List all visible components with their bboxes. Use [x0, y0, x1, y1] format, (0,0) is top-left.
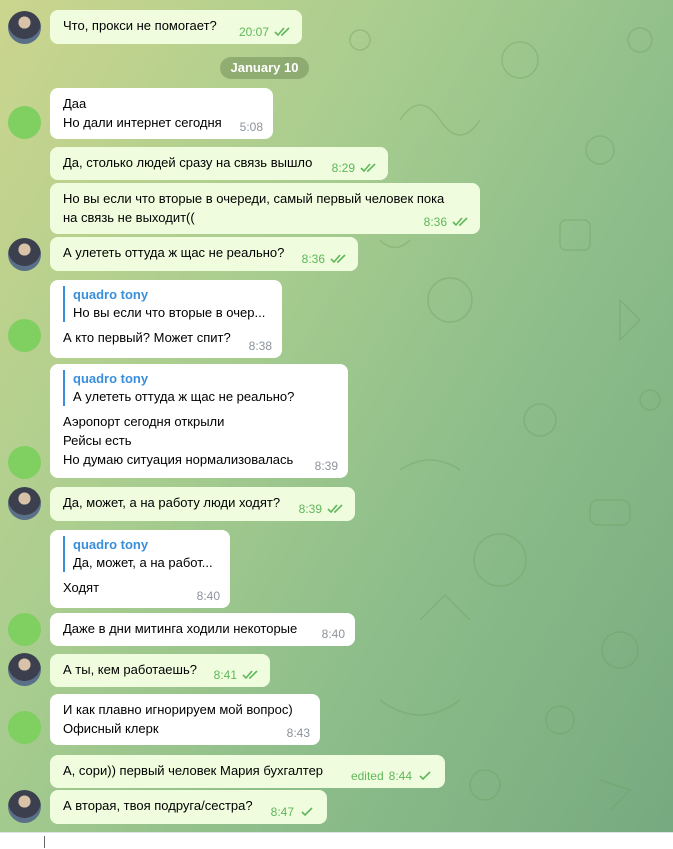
- reply-text: Да, может, а на работ...: [73, 555, 213, 570]
- chat-message[interactable]: quadro tony Да, может, а на работ... Ход…: [50, 530, 230, 608]
- message-text: И как плавно игнорируем мой вопрос) Офис…: [63, 702, 293, 736]
- date-separator: January 10: [220, 57, 309, 79]
- double-check-icon: [242, 670, 258, 680]
- double-check-icon: [360, 163, 376, 173]
- chat-message[interactable]: Что, прокси не помогает? 20:07: [50, 10, 302, 44]
- avatar[interactable]: [8, 487, 41, 520]
- chat-message[interactable]: Да, может, а на работу люди ходят? 8:39: [50, 487, 355, 521]
- avatar[interactable]: [8, 319, 41, 352]
- chat-message[interactable]: А улететь оттуда ж щас не реально? 8:36: [50, 237, 358, 271]
- message-time: 8:36: [423, 215, 447, 229]
- message-edited: edited: [350, 769, 384, 783]
- text-caret: [44, 836, 45, 848]
- message-time: 8:41: [213, 668, 237, 682]
- avatar[interactable]: [8, 238, 41, 271]
- message-text: Да, столько людей сразу на связь вышло: [63, 155, 313, 170]
- double-check-icon: [274, 27, 290, 37]
- message-time: 8:38: [248, 339, 272, 353]
- single-check-icon: [419, 771, 431, 781]
- avatar[interactable]: [8, 790, 41, 823]
- avatar[interactable]: [8, 711, 41, 744]
- avatar[interactable]: [8, 106, 41, 139]
- message-time: 8:40: [321, 627, 345, 641]
- message-text: А кто первый? Может спит?: [63, 330, 231, 345]
- reply-author: quadro tony: [73, 287, 149, 302]
- chat-message[interactable]: А ты, кем работаешь? 8:41: [50, 654, 270, 687]
- reply-quote[interactable]: quadro tony Но вы если что вторые в очер…: [63, 286, 270, 322]
- reply-author: quadro tony: [73, 537, 149, 552]
- avatar[interactable]: [8, 446, 41, 479]
- message-text: Даа Но дали интернет сегодня: [63, 96, 222, 130]
- chat-message[interactable]: Но вы если что вторые в очереди, самый п…: [50, 183, 480, 234]
- chat-message[interactable]: И как плавно игнорируем мой вопрос) Офис…: [50, 694, 320, 745]
- reply-quote[interactable]: quadro tony А улететь оттуда ж щас не ре…: [63, 370, 336, 406]
- double-check-icon: [327, 504, 343, 514]
- avatar[interactable]: [8, 613, 41, 646]
- message-time: 8:39: [314, 459, 338, 473]
- chat-message[interactable]: quadro tony А улететь оттуда ж щас не ре…: [50, 364, 348, 478]
- message-text: Но вы если что вторые в очереди, самый п…: [63, 191, 445, 225]
- reply-text: Но вы если что вторые в очер...: [73, 305, 266, 320]
- single-check-icon: [301, 807, 313, 817]
- chat-message[interactable]: Да, столько людей сразу на связь вышло 8…: [50, 147, 388, 180]
- avatar[interactable]: [8, 653, 41, 686]
- chat-message[interactable]: Даже в дни митинга ходили некоторые 8:40: [50, 613, 355, 646]
- message-time: 5:08: [239, 120, 263, 134]
- double-check-icon: [452, 217, 468, 227]
- message-time: 8:40: [196, 589, 220, 603]
- message-text: Аэропорт сегодня открыли Рейсы есть Но д…: [63, 414, 294, 467]
- chat-message[interactable]: quadro tony Но вы если что вторые в очер…: [50, 280, 282, 358]
- chat-message[interactable]: А, сори)) первый человек Мария бухгалтер…: [50, 755, 445, 788]
- message-time: 8:36: [301, 252, 325, 266]
- chat-message[interactable]: А вторая, твоя подруга/сестра? 8:47: [50, 790, 327, 824]
- message-time: 20:07: [238, 25, 269, 39]
- message-time: 8:44: [388, 769, 412, 783]
- double-check-icon: [330, 254, 346, 264]
- message-time: 8:43: [286, 726, 310, 740]
- reply-quote[interactable]: quadro tony Да, может, а на работ...: [63, 536, 218, 572]
- reply-text: А улететь оттуда ж щас не реально?: [73, 389, 295, 404]
- message-time: 8:47: [270, 805, 294, 819]
- reply-author: quadro tony: [73, 371, 149, 386]
- message-time: 8:39: [298, 502, 322, 516]
- message-input[interactable]: [0, 832, 673, 849]
- message-text: Даже в дни митинга ходили некоторые: [63, 621, 298, 636]
- avatar[interactable]: [8, 11, 41, 44]
- message-text: Ходят: [63, 580, 100, 595]
- message-time: 8:29: [331, 161, 355, 175]
- chat-message[interactable]: Даа Но дали интернет сегодня 5:08: [50, 88, 273, 139]
